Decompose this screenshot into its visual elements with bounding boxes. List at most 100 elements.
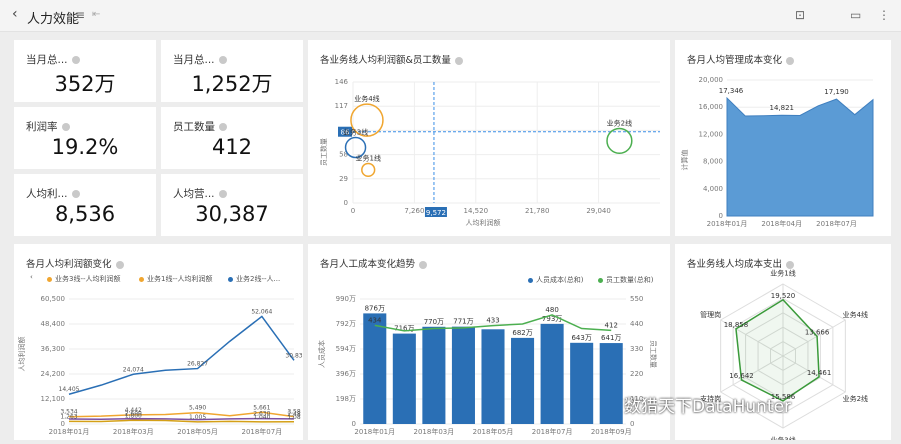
x-tick-label: 2018年05月 xyxy=(177,427,218,436)
radar-value-label: 14,461 xyxy=(807,369,832,377)
menu-icon[interactable]: ≡ xyxy=(75,8,85,22)
x-tick-label: 14,520 xyxy=(464,207,489,215)
y2-tick-label: 330 xyxy=(630,345,643,353)
info-icon[interactable] xyxy=(61,123,70,131)
watermark: 数猎天下DataHunter xyxy=(624,397,792,417)
line-chart[interactable]: 人均利润额 0 12,100 24,200 36,300 48,400 60,500 14,… xyxy=(14,244,303,440)
y-tick-label: 16,000 xyxy=(699,103,724,111)
line-label: 480 xyxy=(545,306,558,314)
data-label: 17,190 xyxy=(824,88,849,96)
y2-tick-label: 220 xyxy=(630,370,643,378)
data-label: 52,064 xyxy=(251,308,272,315)
data-label: 1,08 xyxy=(287,414,301,421)
y-axis-label: 人均利润额 xyxy=(17,337,26,372)
y-tick-label: 990万 xyxy=(336,295,356,303)
bar-chart-card[interactable]: 各月人工成本变化趋势 人员成本(总和) 员工数量(总和) 人员成本 员工数量 0… xyxy=(308,244,670,440)
line-series xyxy=(68,315,295,395)
x-tick-label: 2018年07月 xyxy=(816,219,857,228)
data-label: 17,346 xyxy=(719,87,744,95)
scatter-chart-card[interactable]: 各业务线人均利润额&员工数量 人均利润额 员工数量 02958881171460… xyxy=(308,40,670,236)
kpi-card-profit-rate[interactable]: 利润率 19.2% xyxy=(14,107,156,169)
kpi-label: 当月总... xyxy=(26,54,68,66)
kpi-label: 员工数量 xyxy=(173,121,215,133)
y-axis-label: 人员成本 xyxy=(317,340,326,368)
share-icon[interactable]: ⇤ xyxy=(92,9,100,20)
kpi-value: 412 xyxy=(211,135,253,159)
kpi-card-profit-per-capita[interactable]: 人均利... 8,536 xyxy=(14,174,156,236)
y-tick-label: 594万 xyxy=(336,345,356,353)
data-label: 14,405 xyxy=(59,386,80,393)
x-tick-label: 2018年07月 xyxy=(532,427,573,436)
y-tick-label: 792万 xyxy=(336,320,356,328)
kpi-card-total-cost[interactable]: 当月总... 352万 xyxy=(14,40,156,102)
y-axis-label: 计算值 xyxy=(680,150,689,171)
point-label: 业务3线 xyxy=(343,127,368,136)
y2-tick-label: 550 xyxy=(630,295,643,303)
scatter-chart[interactable]: 人均利润额 员工数量 029588811714607,26014,52021,7… xyxy=(308,40,670,236)
data-label: 14,821 xyxy=(770,104,795,112)
point-label: 业务2线 xyxy=(607,118,632,127)
kpi-label: 当月总... xyxy=(173,54,215,66)
y2-tick-label: 0 xyxy=(630,420,634,428)
y-tick-label: 36,300 xyxy=(41,345,66,353)
y-tick-label: 8,000 xyxy=(703,158,723,166)
kpi-card-revenue-per-capita[interactable]: 人均营... 30,387 xyxy=(161,174,303,236)
kpi-card-total-revenue[interactable]: 当月总... 1,252万 xyxy=(161,40,303,102)
line-label: 434 xyxy=(368,316,382,324)
page-title: 人力效能 xyxy=(27,12,80,27)
x-tick-label: 2018年03月 xyxy=(113,427,154,436)
bar-chart[interactable]: 人员成本 员工数量 0 0198万 110396万 220594万 330792万 440… xyxy=(308,244,670,440)
y-tick-label: 198万 xyxy=(336,395,356,403)
bar xyxy=(540,323,564,424)
top-bar: ‹ 人力效能 ≡ ⇤ ⊡ ▭ ⋮ xyxy=(0,0,901,32)
x-tick-label: 2018年09月 xyxy=(591,427,632,436)
kpi-card-employee-count[interactable]: 员工数量 412 xyxy=(161,107,303,169)
data-label: 5,490 xyxy=(189,405,206,412)
y-tick-label: 60,500 xyxy=(41,295,66,303)
x-tick-label: 29,040 xyxy=(586,207,611,215)
kpi-value: 1,252万 xyxy=(191,72,273,96)
info-icon[interactable] xyxy=(71,56,80,64)
bar-label: 682万 xyxy=(512,329,532,337)
y-tick-label: 0 xyxy=(719,212,723,220)
comment-icon[interactable]: ▭ xyxy=(850,8,861,22)
y-tick-label: 4,000 xyxy=(703,185,723,193)
area-chart[interactable]: 计算值 0 4,000 8,000 12,000 16,000 20,000 17,346 1… xyxy=(675,40,891,236)
line-chart-card[interactable]: 各月人均利润额变化 ‹ 业务3线--人均利润额 业务1线--人均利润额 业务2线… xyxy=(14,244,303,440)
radar-value-label: 13,666 xyxy=(805,328,830,336)
line-label: 412 xyxy=(605,321,618,329)
data-label: 1,263 xyxy=(60,413,77,420)
info-icon[interactable] xyxy=(71,190,80,198)
kpi-label: 人均营... xyxy=(173,188,215,200)
data-label: 1,005 xyxy=(189,414,206,421)
y-tick-label: 48,400 xyxy=(41,320,66,328)
x-tick-label: 21,780 xyxy=(525,207,550,215)
y-tick-label: 117 xyxy=(335,102,348,110)
kpi-value: 19.2% xyxy=(51,135,119,159)
info-icon[interactable] xyxy=(219,123,227,131)
radar-value-label: 18,858 xyxy=(724,321,749,329)
area-chart-card[interactable]: 各月人均管理成本变化 计算值 0 4,000 8,000 12,000 16,000 20… xyxy=(675,40,891,236)
x-tick-label: 2018年01月 xyxy=(707,219,748,228)
data-label: 30,83 xyxy=(285,352,302,359)
present-icon[interactable]: ⊡ xyxy=(795,8,805,22)
back-icon[interactable]: ‹ xyxy=(12,6,18,22)
bar xyxy=(451,326,475,424)
radar-axis-label: 业务4线 xyxy=(843,310,868,319)
y-tick-label: 396万 xyxy=(336,370,356,378)
more-icon[interactable]: ⋮ xyxy=(878,8,890,22)
x-tick-label: 2018年03月 xyxy=(414,427,455,436)
info-icon[interactable] xyxy=(218,190,227,198)
scatter-point xyxy=(361,162,376,177)
data-label: 1,800 xyxy=(125,412,142,419)
info-icon[interactable] xyxy=(218,56,227,64)
kpi-value: 8,536 xyxy=(54,202,116,226)
x-tick-label: 0 xyxy=(351,207,355,215)
bar xyxy=(422,326,446,424)
bar-label: 770万 xyxy=(424,318,444,326)
y-tick-label: 12,100 xyxy=(41,395,66,403)
data-label: 24,074 xyxy=(123,366,144,373)
x-axis-label: 人均利润额 xyxy=(466,218,501,227)
bar-label: 876万 xyxy=(365,304,385,312)
kpi-value: 30,387 xyxy=(195,202,269,226)
